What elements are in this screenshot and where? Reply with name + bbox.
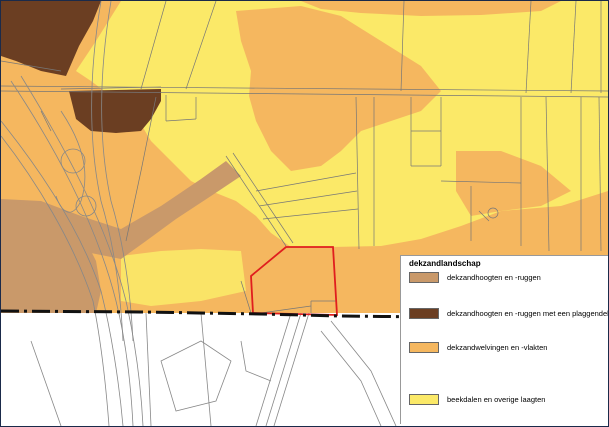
- legend-swatch: [409, 394, 439, 405]
- legend-label: beekdalen en overige laagten: [447, 395, 546, 404]
- legend-swatch: [409, 272, 439, 283]
- map-frame: dekzandlandschap dekzandhoogten en -rugg…: [0, 0, 609, 427]
- legend-label: dekzandhoogten en -ruggen: [447, 273, 541, 282]
- legend-item-plaggendek: dekzandhoogten en -ruggen met een plagge…: [409, 308, 609, 319]
- legend-swatch: [409, 342, 439, 353]
- map-legend: dekzandlandschap dekzandhoogten en -rugg…: [400, 255, 609, 424]
- legend-item-beekdalen: beekdalen en overige laagten: [409, 394, 545, 405]
- legend-label: dekzandhoogten en -ruggen met een plagge…: [447, 309, 609, 318]
- legend-swatch: [409, 308, 439, 319]
- legend-label: dekzandwelvingen en -vlakten: [447, 343, 548, 352]
- legend-item-dekzandwelvingen: dekzandwelvingen en -vlakten: [409, 342, 547, 353]
- legend-item-dekzandhoogten: dekzandhoogten en -ruggen: [409, 272, 541, 283]
- legend-title: dekzandlandschap: [409, 259, 481, 268]
